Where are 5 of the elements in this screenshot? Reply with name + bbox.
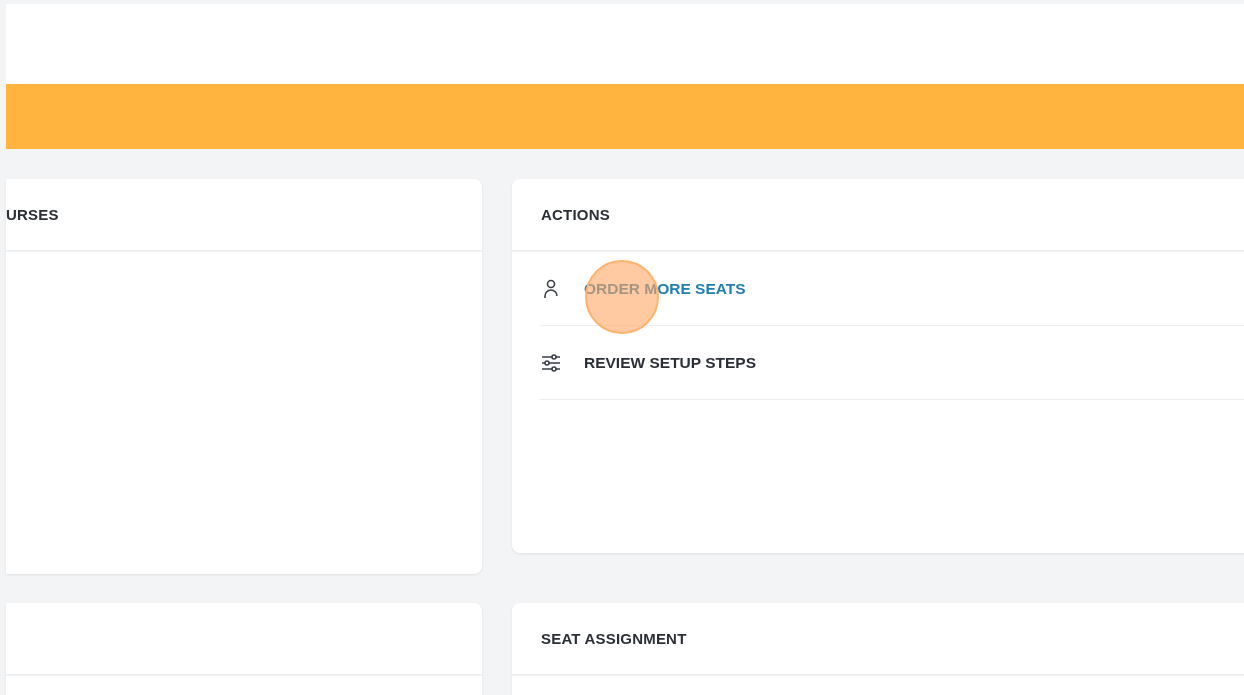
card-title: ACTIONS — [541, 206, 610, 223]
action-link[interactable]: REVIEW SETUP STEPS — [540, 326, 1244, 400]
card-title: SEAT ASSIGNMENT — [541, 630, 687, 647]
sliders-icon — [540, 351, 562, 374]
card-title: URSES — [6, 206, 59, 223]
